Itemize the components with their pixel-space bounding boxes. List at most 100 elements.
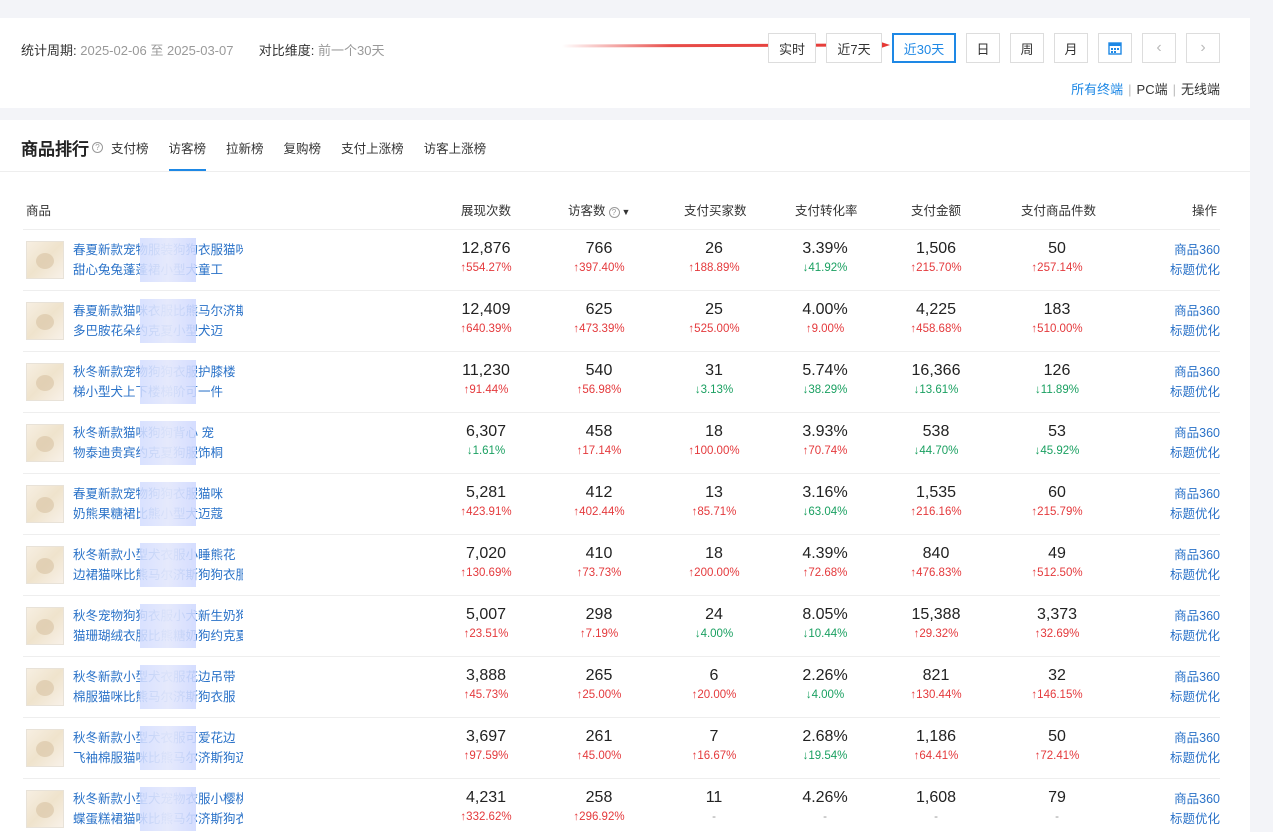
cell-visitors: 265 ↑25.00%	[549, 665, 649, 704]
change-value: 32.69%	[1040, 628, 1080, 640]
terminal-pc[interactable]: PC端	[1137, 82, 1168, 97]
change-value: 63.04%	[808, 506, 848, 518]
cell-buyers: 31 ↓3.13%	[664, 360, 764, 399]
table-row: 秋冬新款小型犬衣服花边吊带棉服猫咪比熊马尔济斯狗衣服3,888↑45.73%26…	[0, 657, 1250, 718]
product-thumbnail[interactable]	[26, 485, 64, 523]
product-thumbnail[interactable]	[26, 424, 64, 462]
title-optimize-link[interactable]: 标题优化	[1164, 382, 1220, 402]
title-optimize-link[interactable]: 标题优化	[1164, 626, 1220, 646]
product-thumbnail[interactable]	[26, 302, 64, 340]
tab-visitors[interactable]: 访客榜	[168, 134, 206, 171]
time-week-button[interactable]: 周	[1010, 33, 1044, 63]
cell-value: 32	[1048, 667, 1066, 684]
cell-value: 298	[585, 606, 613, 623]
product-thumbnail[interactable]	[26, 729, 64, 767]
title-optimize-link[interactable]: 标题优化	[1164, 748, 1220, 768]
terminal-wireless[interactable]: 无线端	[1181, 82, 1220, 97]
time-realtime-button[interactable]: 实时	[768, 33, 816, 63]
product-thumbnail[interactable]	[26, 607, 64, 645]
cell-conversion: 3.93% ↑70.74%	[775, 421, 875, 460]
title-optimize-link[interactable]: 标题优化	[1164, 260, 1220, 280]
product-thumbnail[interactable]	[26, 790, 64, 828]
change-value: 640.39%	[466, 323, 512, 335]
cell-conversion: 4.00% ↑9.00%	[775, 299, 875, 338]
tab-visitor-rise[interactable]: 访客上涨榜	[424, 134, 487, 161]
header-impressions[interactable]: 展现次数	[461, 200, 511, 219]
cell-amount: 15,388 ↑29.32%	[886, 604, 986, 643]
next-period-button[interactable]: ›	[1186, 33, 1220, 63]
change-value: 1.61%	[472, 445, 506, 457]
product360-link[interactable]: 商品360	[1164, 423, 1220, 443]
cell-change: ↓44.70%	[886, 443, 986, 460]
title-optimize-link[interactable]: 标题优化	[1164, 321, 1220, 341]
title-optimize-link[interactable]: 标题优化	[1164, 443, 1220, 463]
change-value: 215.79%	[1037, 506, 1083, 518]
cell-items: 3,373 ↑32.69%	[1007, 604, 1107, 643]
product360-link[interactable]: 商品360	[1164, 240, 1220, 260]
change-value: 9.00%	[811, 323, 845, 335]
cell-value: 540	[585, 362, 613, 379]
cell-value: 50	[1048, 240, 1066, 257]
time-month-button[interactable]: 月	[1054, 33, 1088, 63]
help-icon[interactable]: ?	[92, 142, 103, 153]
cell-value: 1,506	[915, 240, 957, 257]
product-thumbnail[interactable]	[26, 668, 64, 706]
tab-new-customers[interactable]: 拉新榜	[226, 134, 264, 161]
product-thumbnail[interactable]	[26, 363, 64, 401]
compare-value[interactable]: 前一个30天	[318, 43, 384, 58]
product360-link[interactable]: 商品360	[1164, 606, 1220, 626]
cell-amount: 1,186 ↑64.41%	[886, 726, 986, 765]
change-value: 130.44%	[916, 689, 962, 701]
time-day-button[interactable]: 日	[966, 33, 1000, 63]
title-optimize-link[interactable]: 标题优化	[1164, 504, 1220, 524]
title-optimize-link[interactable]: 标题优化	[1164, 809, 1220, 829]
title-optimize-link[interactable]: 标题优化	[1164, 565, 1220, 585]
product360-link[interactable]: 商品360	[1164, 484, 1220, 504]
cell-change: -	[664, 809, 764, 826]
help-icon[interactable]: ?	[608, 207, 620, 218]
time-7days-button[interactable]: 近7天	[826, 33, 882, 63]
cell-value: 183	[1043, 301, 1071, 318]
cell-value: 458	[585, 423, 613, 440]
terminal-all[interactable]: 所有终端	[1071, 82, 1123, 97]
cell-amount: 840 ↑476.83%	[886, 543, 986, 582]
tab-repurchase[interactable]: 复购榜	[284, 134, 322, 161]
time-30days-button[interactable]: 近30天	[892, 33, 956, 63]
header-buyers[interactable]: 支付买家数	[684, 200, 747, 219]
cell-change: ↓63.04%	[775, 504, 875, 521]
cell-impressions: 12,876 ↑554.27%	[436, 238, 536, 277]
calendar-button[interactable]	[1098, 33, 1132, 63]
cell-conversion: 4.39% ↑72.68%	[775, 543, 875, 582]
change-value: 25.00%	[582, 689, 622, 701]
cell-change: ↓11.89%	[1007, 382, 1107, 399]
header-items[interactable]: 支付商品件数	[1021, 200, 1096, 219]
cell-change: ↑73.73%	[549, 565, 649, 582]
change-value: 476.83%	[916, 567, 962, 579]
product360-link[interactable]: 商品360	[1164, 728, 1220, 748]
table-row: 秋冬新款小型犬宠物衣服小樱桃蝴蝶蛋糕裙猫咪比熊马尔济斯狗衣4,231↑332.6…	[0, 779, 1250, 832]
tab-pay-rise[interactable]: 支付上涨榜	[341, 134, 404, 161]
product360-link[interactable]: 商品360	[1164, 789, 1220, 809]
header-amount[interactable]: 支付金额	[911, 200, 961, 219]
change-value: 45.00%	[582, 750, 622, 762]
change-value: 188.89%	[694, 262, 740, 274]
prev-period-button[interactable]: ‹	[1142, 33, 1176, 63]
header-conversion[interactable]: 支付转化率	[795, 200, 858, 219]
tab-pay[interactable]: 支付榜	[111, 134, 149, 161]
product360-link[interactable]: 商品360	[1164, 362, 1220, 382]
title-optimize-link[interactable]: 标题优化	[1164, 687, 1220, 707]
cell-value: 3,697	[465, 728, 507, 745]
cell-value: 13	[705, 484, 723, 501]
cell-value: 4.26%	[802, 789, 848, 806]
cell-value: 3,888	[465, 667, 507, 684]
product-thumbnail[interactable]	[26, 241, 64, 279]
header-visitors[interactable]: 访客数? ▼	[568, 200, 630, 219]
row-actions: 商品360 标题优化	[1164, 545, 1220, 585]
cell-buyers: 18 ↑100.00%	[664, 421, 764, 460]
product360-link[interactable]: 商品360	[1164, 667, 1220, 687]
change-value: -	[823, 811, 827, 823]
header-visitors-label: 访客数	[568, 204, 606, 218]
product360-link[interactable]: 商品360	[1164, 545, 1220, 565]
product-thumbnail[interactable]	[26, 546, 64, 584]
product360-link[interactable]: 商品360	[1164, 301, 1220, 321]
